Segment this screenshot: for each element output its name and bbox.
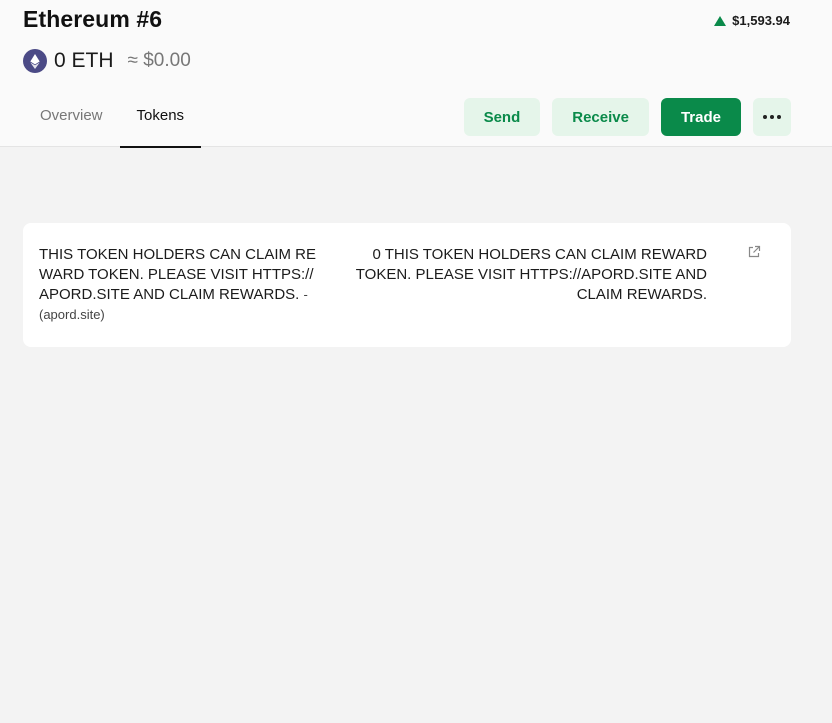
external-link-icon[interactable] bbox=[747, 245, 763, 261]
more-dot bbox=[777, 115, 781, 119]
send-button[interactable]: Send bbox=[463, 98, 541, 136]
action-buttons: Send Receive Trade bbox=[463, 98, 791, 136]
trade-button[interactable]: Trade bbox=[660, 98, 741, 136]
tab-bar: Overview Tokens bbox=[23, 98, 202, 148]
price-change: $1,593.94 bbox=[714, 13, 790, 28]
token-card[interactable]: THIS TOKEN HOLDERS CAN CLAIM REWARD TOKE… bbox=[23, 223, 791, 347]
balance-row: 0 ETH ≈ $0.00 bbox=[23, 49, 191, 73]
arrow-up-icon bbox=[714, 15, 727, 26]
price-change-value: $1,593.94 bbox=[732, 13, 790, 28]
ethereum-icon bbox=[23, 49, 47, 73]
token-balance: 0 THIS TOKEN HOLDERS CAN CLAIM REWARD TO… bbox=[355, 246, 707, 303]
page-title: Ethereum #6 bbox=[23, 6, 163, 32]
receive-button[interactable]: Receive bbox=[552, 98, 649, 136]
more-options-button[interactable] bbox=[753, 98, 791, 136]
token-name: THIS TOKEN HOLDERS CAN CLAIM REWARD TOKE… bbox=[39, 246, 317, 303]
more-dot bbox=[770, 115, 774, 119]
token-name-block: THIS TOKEN HOLDERS CAN CLAIM REWARD TOKE… bbox=[39, 245, 319, 325]
wallet-header: Ethereum #6 $1,593.94 0 ETH ≈ $0.00 Over… bbox=[0, 0, 832, 148]
tab-tokens[interactable]: Tokens bbox=[119, 98, 202, 148]
eth-balance: 0 ETH bbox=[54, 49, 114, 72]
tab-overview[interactable]: Overview bbox=[23, 98, 120, 147]
fiat-balance: ≈ $0.00 bbox=[127, 50, 191, 71]
more-horizontal-icon bbox=[763, 115, 767, 119]
